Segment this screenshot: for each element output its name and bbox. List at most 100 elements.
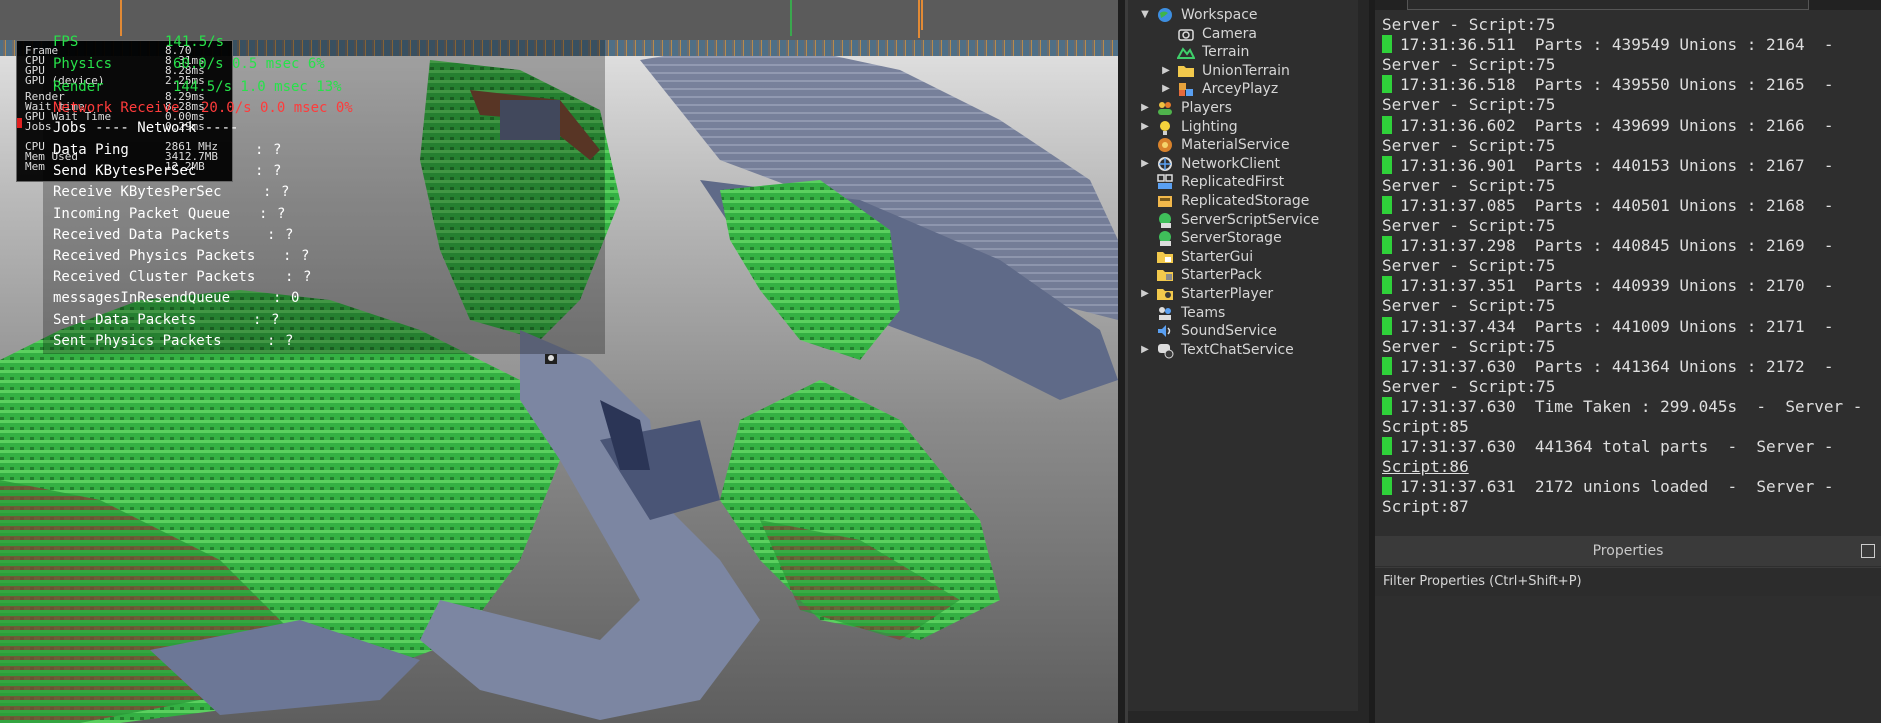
log-text: 17:31:37.631 2172 unions loaded - Server… [1400,477,1834,497]
output-filter-input[interactable] [1407,0,1809,10]
log-line: Server - Script:75 [1382,136,1555,156]
expand-right-icon[interactable]: ▶ [1138,287,1152,301]
log-text: 17:31:37.630 Parts : 441364 Unions : 217… [1400,356,1834,376]
log-text: 17:31:37.085 Parts : 440501 Unions : 216… [1400,195,1834,215]
network-row-colon: : [267,226,276,243]
expand-right-icon[interactable]: ▶ [1138,157,1152,171]
starter-gui-icon [1156,248,1174,266]
log-line: Server - Script:75 [1382,95,1555,115]
expand-down-icon[interactable]: ▼ [1138,8,1152,22]
expand-right-icon[interactable]: ▶ [1138,343,1152,357]
network-row-value: ? [303,269,312,286]
explorer-item-textchatservice[interactable]: ▶ TextChatService [1138,339,1368,361]
log-text: Script:87 [1382,497,1469,517]
expand-right-icon [1138,324,1152,338]
network-row: Send KBytesPerSec:? [53,163,281,179]
output-panel: Server - Script:75 17:31:36.511 Parts : 4… [1375,0,1881,530]
log-info-marker [1382,396,1392,415]
log-text: 17:31:37.298 Parts : 440845 Unions : 216… [1400,236,1834,256]
explorer-item-label: ServerStorage [1181,230,1282,247]
explorer-item-label: StarterGui [1181,248,1254,265]
log-info-marker [1382,35,1392,54]
properties-filter-placeholder: Filter Properties (Ctrl+Shift+P) [1383,574,1582,589]
network-row-value: 0 [291,290,300,307]
explorer-item-label: ReplicatedStorage [1181,193,1310,209]
log-text: 17:31:36.602 Parts : 439699 Unions : 216… [1400,115,1834,135]
network-row-label: messagesInResendQueue [53,290,231,307]
log-text: Server - Script:75 [1382,175,1556,195]
perf-stat-row: Mem 12.2MB [25,161,205,173]
log-text: Server - Script:75 [1382,336,1556,356]
terrain-icon [1176,43,1196,61]
game-viewport[interactable]: Frame 8.70 CPU 8.31ms GPU 8.28ms GPU (device) 2… [0,0,1118,723]
fps-value: 141.5/s [165,34,225,50]
expand-right-icon [1138,231,1152,245]
material-icon [1156,136,1174,154]
starter-pack-icon [1156,266,1174,284]
explorer-panel: ▼ Workspace Camera Terrain ▶ UnionTerrain ▶ Arc… [1128,0,1369,723]
properties-body [1375,596,1881,723]
log-text: Server - Script:75 [1382,216,1556,235]
network-row-colon: : [259,205,268,222]
network-row: Received Physics Packets:? [53,248,309,264]
explorer-item-label: StarterPack [1181,267,1262,284]
network-row-colon: : [253,311,262,328]
log-line: 17:31:36.901 Parts : 440153 Unions : 216… [1382,155,1834,176]
expand-right-icon[interactable]: ▶ [1138,120,1152,134]
log-line: Server - Script:75 [1382,176,1555,196]
fps-label: FPS [53,34,79,50]
network-row-value: ? [273,163,282,180]
log-info-marker [1382,437,1392,456]
log-info-marker [1382,155,1392,174]
explorer-horizontal-scrollbar[interactable] [1128,711,1369,723]
expand-right-icon [1138,306,1152,320]
popout-icon[interactable] [1861,544,1875,558]
perf-stat-label: Jobs [25,120,52,133]
frame-spike [918,0,920,38]
network-row-label: Data Ping [53,142,129,158]
expand-right-icon[interactable]: ▶ [1159,82,1173,96]
network-row: Received Cluster Packets:? [53,269,311,286]
log-info-marker [1382,75,1392,94]
players-icon [1156,99,1174,117]
render-label: Render [53,79,104,95]
log-line: Server - Script:75 [1382,337,1555,357]
network-row-colon: : [263,184,272,201]
properties-header: Properties [1375,536,1881,566]
server-storage-icon [1156,229,1174,247]
log-text: 17:31:37.351 Parts : 440939 Unions : 217… [1400,276,1834,296]
script-link[interactable]: Script:86 [1382,457,1469,476]
log-line: Server - Script:75 [1382,256,1555,276]
explorer-vertical-scrollbar[interactable] [1358,0,1369,723]
network-row-label: Received Data Packets [53,226,231,243]
explorer-item-label: ServerScriptService [1181,211,1320,228]
network-row-colon: : [285,269,294,286]
physics-value: 60.0/s 0.5 msec 6% [173,56,325,72]
network-row: Incoming Packet Queue:? [53,205,285,222]
expand-right-icon[interactable]: ▶ [1138,101,1152,115]
network-icon [1156,155,1174,173]
explorer-item-label: SoundService [1181,323,1277,340]
expand-right-icon[interactable]: ▶ [1159,64,1173,78]
network-row-label: Incoming Packet Queue [53,205,231,222]
explorer-item-label: Teams [1181,304,1226,321]
replicated-storage-icon [1156,192,1174,210]
expand-right-icon [1138,250,1152,264]
log-line: Script:85 [1382,417,1469,437]
expand-right-icon [1138,194,1152,208]
frame-spike [921,0,923,30]
explorer-item-label: Workspace [1181,7,1258,23]
expand-right-icon [1138,175,1152,189]
viewport-splitter[interactable] [1118,0,1125,723]
network-row-label: Received Cluster Packets [53,269,256,286]
properties-filter-input[interactable]: Filter Properties (Ctrl+Shift+P) [1375,567,1881,597]
render-value: 144.5/s 1.0 msec 13% [173,79,342,95]
explorer-item-label: NetworkClient [1181,155,1280,172]
log-info-marker [1382,316,1392,335]
log-text: 17:31:36.901 Parts : 440153 Unions : 216… [1400,155,1834,175]
log-text: Server - Script:75 [1382,296,1556,316]
expand-right-icon [1159,27,1173,41]
explorer-item-label: ReplicatedFirst [1181,174,1285,191]
network-receive-value: 20.0/s 0.0 msec 0% [201,100,353,116]
log-line: Server - Script:75 [1382,296,1555,316]
